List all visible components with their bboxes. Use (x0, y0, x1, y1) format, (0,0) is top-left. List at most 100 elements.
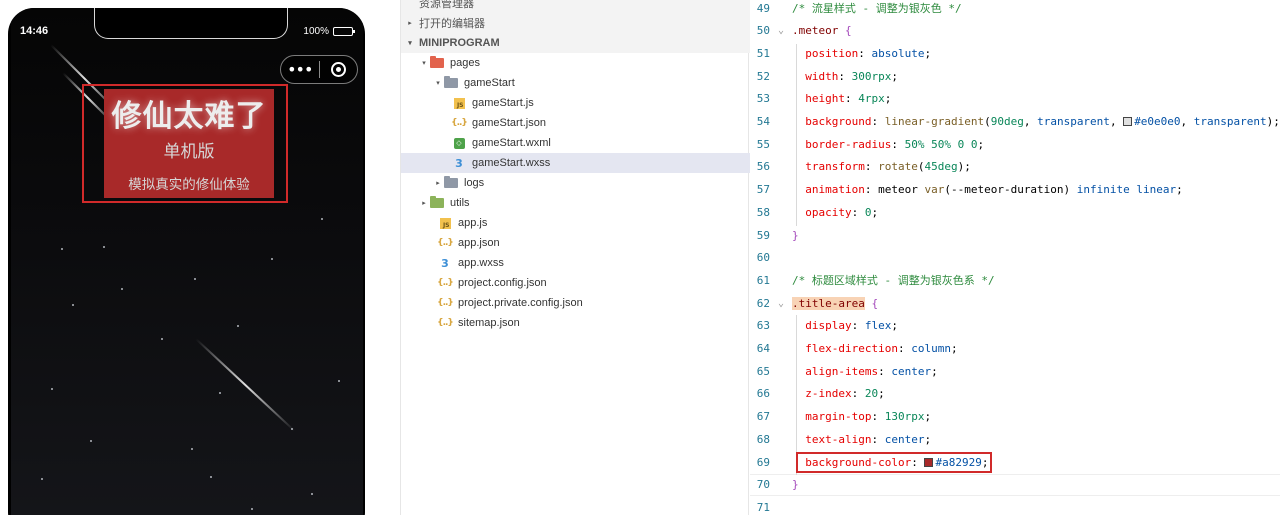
wxss-file-icon: 3 (455, 156, 463, 170)
line-number: 53 (756, 92, 770, 106)
code-line[interactable]: 65 align-items: center; (750, 360, 1280, 382)
code-line[interactable]: 63 display: flex; (750, 315, 1280, 337)
folder-item[interactable]: ▾ gameStart (401, 73, 750, 93)
file-item[interactable]: {..} project.config.json (401, 273, 750, 293)
code-line[interactable]: 60 (750, 247, 1280, 269)
code-token: ; (924, 46, 932, 60)
explorer-item-label: gameStart.wxml (472, 137, 551, 149)
explorer-section[interactable]: 资源管理器 (401, 0, 750, 13)
folder-item[interactable]: ▸ logs (401, 173, 750, 193)
folder-icon (443, 176, 459, 190)
code-token: text-align (805, 432, 872, 446)
status-time: 14:46 (20, 25, 49, 37)
code-token: } (792, 228, 799, 242)
line-number: 69 (756, 455, 770, 469)
code-line[interactable]: 52 width: 300rpx; (750, 65, 1280, 87)
code-token: display (805, 319, 852, 333)
color-swatch[interactable] (1123, 117, 1133, 126)
code-token: 20 (864, 387, 879, 401)
more-menu-icon[interactable]: ••• (281, 56, 319, 83)
code-token: ; (977, 137, 985, 151)
code-line[interactable]: 54 background: linear-gradient(90deg, tr… (750, 111, 1280, 133)
file-item[interactable]: JS app.js (401, 213, 750, 233)
code-line[interactable]: 49 /* 流星样式 - 调整为银灰色 */ (750, 0, 1280, 19)
code-text: align-items: center; (792, 365, 937, 378)
explorer-item-label: project.config.json (458, 277, 547, 289)
code-text: opacity: 0; (792, 206, 878, 219)
chevron-icon[interactable]: ▸ (433, 179, 443, 187)
line-number: 68 (756, 432, 770, 446)
line-number: 59 (756, 228, 770, 242)
explorer-section[interactable]: ▾ MINIPROGRAM (401, 33, 750, 53)
close-miniprogram-icon[interactable] (319, 56, 357, 83)
star (219, 392, 221, 394)
code-token: : (851, 205, 865, 219)
code-line[interactable]: 64 flex-direction: column; (750, 338, 1280, 360)
explorer-item-label: gameStart.wxss (472, 157, 551, 169)
code-token: ; (1176, 183, 1183, 197)
game-subtitle: 单机版 (163, 142, 215, 162)
code-line[interactable]: 57 animation: meteor var(--meteor-durati… (750, 179, 1280, 201)
explorer-item-label: sitemap.json (458, 317, 520, 329)
explorer-section[interactable]: ▸ 打开的编辑器 (401, 13, 750, 33)
code-line[interactable]: 56 transform: rotate(45deg); (750, 156, 1280, 178)
line-number: 67 (756, 410, 770, 424)
code-line[interactable]: 71 (750, 496, 1280, 515)
code-editor[interactable]: 49/* 流星样式 - 调整为银灰色 */50 ⌄ .meteor {51 posi… (750, 0, 1280, 515)
phone-frame: 14:46 100% ••• 修仙太难了 单机版 模拟真实的修仙体验 (8, 8, 365, 515)
code-token: infinite linear (1076, 183, 1177, 197)
code-line[interactable]: 62 ⌄ .title-area { (750, 292, 1280, 314)
code-line[interactable]: 66 z-index: 20; (750, 383, 1280, 405)
folder-item[interactable]: ▾ pages (401, 53, 750, 73)
file-item[interactable]: {..} sitemap.json (401, 313, 750, 333)
explorer-item-label: 打开的编辑器 (419, 18, 485, 30)
game-title: 修仙太难了 (111, 99, 267, 134)
code-text: width: 300rpx; (792, 70, 898, 83)
chevron-icon[interactable]: ▸ (405, 19, 415, 27)
file-item[interactable]: ◇ gameStart.wxml (401, 133, 750, 153)
code-line[interactable]: 59} (750, 224, 1280, 246)
code-line[interactable]: 67 margin-top: 130rpx; (750, 406, 1280, 428)
indent-guide (796, 44, 797, 226)
line-number: 55 (756, 137, 770, 151)
current-line-highlight (750, 474, 1280, 496)
chevron-icon[interactable]: ▾ (405, 39, 415, 47)
file-item[interactable]: {..} app.json (401, 233, 750, 253)
chevron-icon[interactable]: ▾ (433, 79, 443, 87)
code-token: flex (864, 319, 892, 333)
code-text: text-align: center; (792, 433, 931, 446)
file-item[interactable]: JS gameStart.js (401, 93, 750, 113)
chevron-icon[interactable]: ▾ (419, 59, 429, 67)
code-line[interactable]: 68 text-align: center; (750, 428, 1280, 450)
code-token: ); (957, 160, 971, 174)
code-token: position (805, 46, 859, 60)
line-number: 66 (756, 387, 770, 401)
code-token: ; (924, 410, 932, 424)
code-text: transform: rotate(45deg); (792, 160, 971, 173)
fold-chevron-icon[interactable]: ⌄ (770, 298, 792, 309)
folder-item[interactable]: ▸ utils (401, 193, 750, 213)
code-line[interactable]: 58 opacity: 0; (750, 201, 1280, 223)
line-number: 50 (756, 24, 770, 38)
file-item[interactable]: 3 app.wxss (401, 253, 750, 273)
code-line[interactable]: 50 ⌄ .meteor { (750, 20, 1280, 42)
code-line[interactable]: 55 border-radius: 50% 50% 0 0; (750, 133, 1280, 155)
code-token: margin-top (805, 410, 872, 424)
line-number: 61 (756, 273, 770, 287)
chevron-icon[interactable]: ▸ (419, 199, 429, 207)
code-line[interactable]: 61 /* 标题区域样式 - 调整为银灰色系 */ (750, 269, 1280, 291)
file-item[interactable]: {..} gameStart.json (401, 113, 750, 133)
file-item[interactable]: 3 gameStart.wxss (401, 153, 750, 173)
phone-screen[interactable]: 14:46 100% ••• 修仙太难了 单机版 模拟真实的修仙体验 (11, 8, 363, 515)
fold-chevron-icon[interactable]: ⌄ (770, 25, 792, 36)
star (237, 325, 239, 327)
code-line[interactable]: 53 height: 4rpx; (750, 88, 1280, 110)
folder-icon (429, 56, 445, 70)
code-line[interactable]: 51 position: absolute; (750, 42, 1280, 64)
star (90, 440, 92, 442)
file-item[interactable]: {..} project.private.config.json (401, 293, 750, 313)
